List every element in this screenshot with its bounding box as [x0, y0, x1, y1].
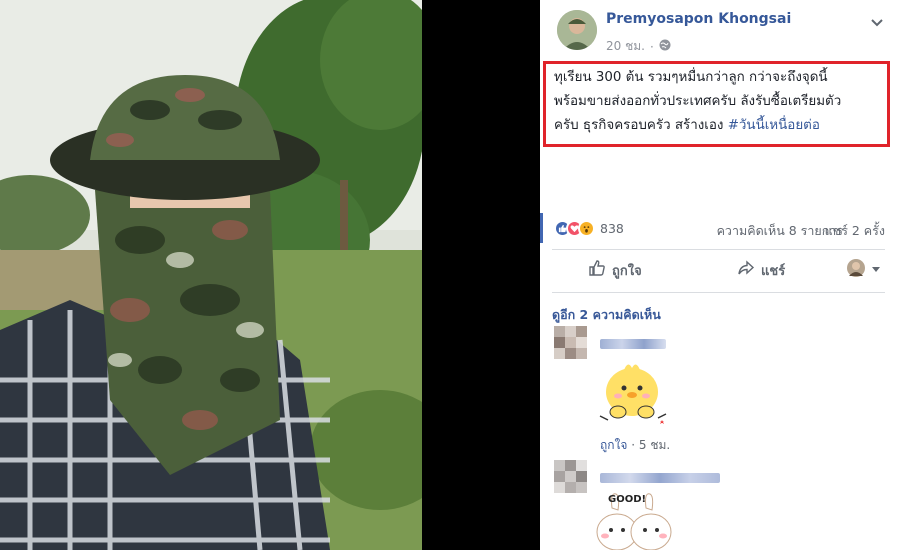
like-button-label: ถูกใจ	[612, 263, 642, 279]
post-text: ทุเรียน 300 ต้น รวมๆหมื่นกว่าลูก กว่าจะถ…	[554, 66, 890, 138]
chick-sticker	[599, 364, 667, 424]
focus-indicator	[540, 213, 543, 243]
avatar-image	[557, 10, 597, 50]
divider-top	[552, 249, 885, 250]
wow-reaction-icon	[578, 220, 595, 237]
comment-avatar[interactable]	[554, 326, 587, 359]
view-more-comments-link[interactable]: ดูอีก 2 ความคิดเห็น	[552, 305, 661, 325]
comment-like-link[interactable]: ถูกใจ	[600, 438, 627, 452]
sticker-text: GOOD!	[608, 494, 647, 505]
small-avatar	[847, 259, 865, 281]
comment-sticker-2[interactable]: GOOD!	[590, 490, 680, 550]
post-photo[interactable]	[0, 0, 422, 550]
globe-icon	[659, 39, 671, 54]
post-text-line-2: พร้อมขายส่งออกทั่วประเทศครับ ลังรับซื้อเ…	[554, 94, 842, 109]
author-name[interactable]: Premyosapon Khongsai	[606, 11, 791, 27]
divider-bottom	[552, 292, 885, 293]
comment-sticker[interactable]	[594, 358, 672, 430]
blurred-avatar-2	[554, 460, 587, 493]
share-button-label: แชร์	[761, 263, 786, 279]
photo-illustration	[0, 0, 422, 550]
meta-separator: ·	[649, 39, 654, 54]
reactions-summary[interactable]: 838	[554, 220, 624, 237]
chevron-down-icon[interactable]	[871, 14, 883, 27]
audience-selector[interactable]	[847, 259, 881, 281]
author-avatar[interactable]	[557, 10, 597, 50]
share-button[interactable]: แชร์	[737, 259, 785, 281]
post-meta: 20 ชม. ·	[606, 37, 671, 56]
comment-meta: ถูกใจ · 5 ชม.	[600, 436, 670, 455]
thumbs-up-icon	[588, 259, 606, 281]
like-button[interactable]: ถูกใจ	[588, 259, 642, 281]
comment-author-redacted[interactable]	[600, 339, 666, 349]
reaction-count: 838	[600, 221, 624, 236]
comment-author-redacted-2[interactable]	[600, 473, 720, 483]
blurred-avatar	[554, 326, 587, 359]
post-text-line-3: ครับ ธุรกิจครอบครัว สร้างเอง #วันนี้เหนื…	[554, 114, 890, 138]
photo-letterbox	[422, 0, 540, 550]
comment-meta-sep: ·	[627, 438, 639, 452]
comment-avatar-2[interactable]	[554, 460, 587, 493]
caret-down-icon	[871, 263, 881, 278]
comment-time[interactable]: 5 ชม.	[639, 438, 670, 452]
hashtag-link[interactable]: #วันนี้เหนื่อยต่อ	[728, 118, 820, 133]
post-text-line-1: ทุเรียน 300 ต้น รวมๆหมื่นกว่าลูก กว่าจะถ…	[554, 70, 828, 85]
post-sidebar: Premyosapon Khongsai 20 ชม. · ทุเรียน 30…	[540, 0, 897, 550]
post-text-line-3-text: ครับ ธุรกิจครอบครัว สร้างเอง	[554, 118, 728, 133]
post-time[interactable]: 20 ชม.	[606, 37, 645, 56]
share-arrow-icon	[737, 259, 755, 281]
shares-count[interactable]: แชร์ 2 ครั้ง	[825, 221, 885, 241]
